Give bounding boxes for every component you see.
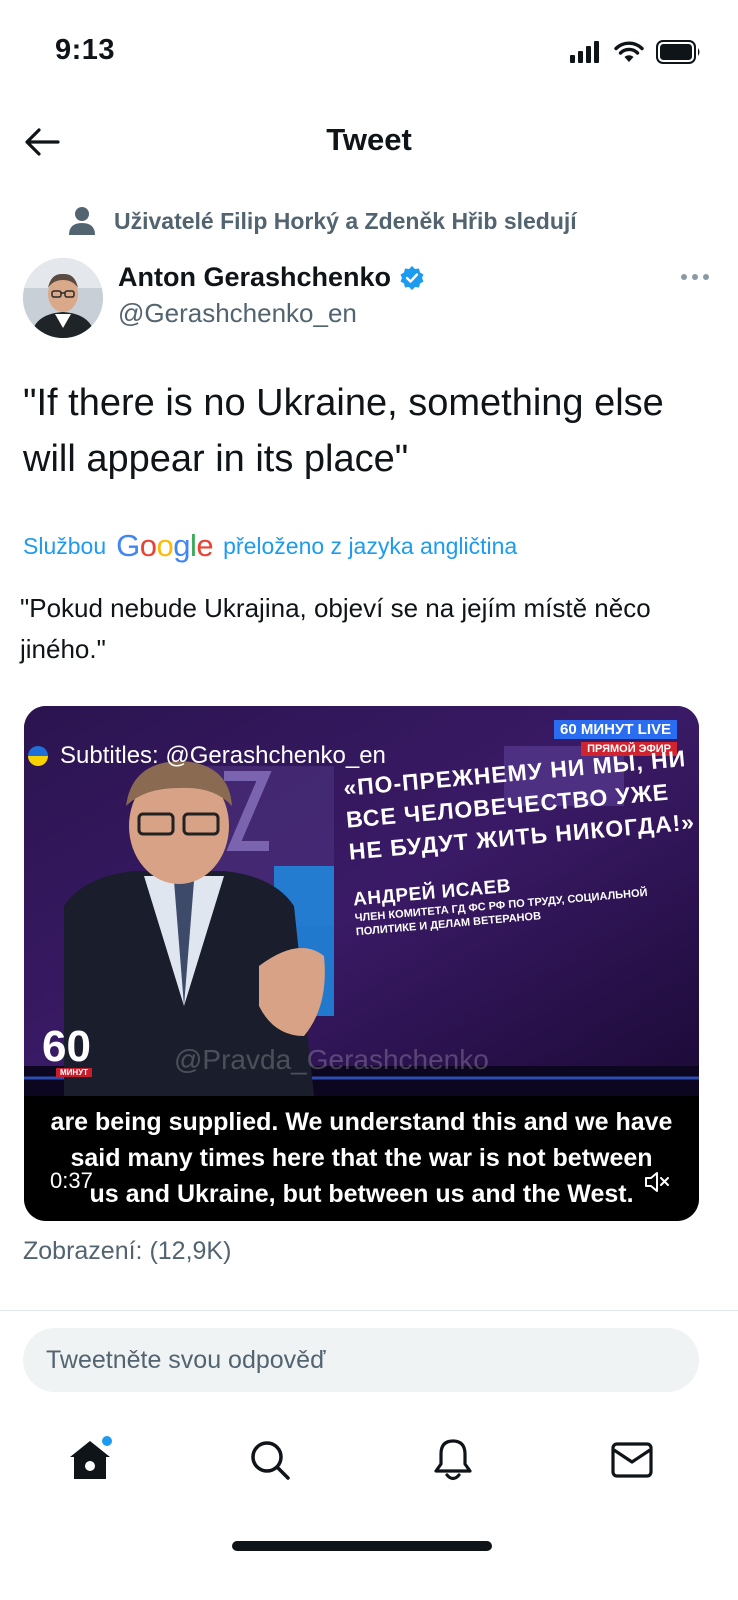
quote-overlay: «ПО-ПРЕЖНЕМУ НИ МЫ, НИ ВСЕ ЧЕЛОВЕЧЕСТВО … (342, 741, 699, 939)
subtitle-line: are being supplied. We understand this a… (50, 1108, 673, 1136)
google-logo: Google (116, 528, 214, 563)
battery-icon (656, 40, 700, 64)
status-icons (570, 40, 702, 64)
tab-notifications[interactable] (423, 1430, 483, 1490)
reply-input[interactable]: Tweetněte svou odpověď (23, 1328, 699, 1392)
mail-icon (611, 1442, 653, 1478)
video-time: 0:37 (50, 1168, 93, 1193)
avatar[interactable] (23, 258, 103, 338)
author-name-row[interactable]: Anton Gerashchenko (118, 262, 425, 293)
more-options-button[interactable] (675, 262, 715, 292)
reply-placeholder: Tweetněte svou odpověď (46, 1345, 326, 1374)
page-title: Tweet (326, 122, 412, 157)
home-indicator[interactable] (232, 1541, 492, 1551)
more-dot-icon (692, 274, 698, 280)
mute-button[interactable] (643, 1168, 671, 1196)
tab-messages[interactable] (602, 1430, 662, 1490)
channel-logo-sub: МИНУТ (56, 1068, 93, 1077)
ukraine-flag-icon (28, 746, 48, 766)
subtitle-line: us and Ukraine, but between us and the W… (89, 1180, 634, 1208)
subtitles-watermark: Subtitles: @Gerashchenko_en (26, 742, 386, 770)
person-icon (69, 207, 95, 235)
tweet-author: Anton Gerashchenko @Gerashchenko_en (23, 258, 715, 338)
wifi-icon (614, 41, 644, 62)
divider (0, 1310, 738, 1311)
video-player[interactable]: Subtitles: @Gerashchenko_en 60 МИНУТ LIV… (24, 706, 699, 1221)
live-badge-title: 60 МИНУТ LIVE (554, 720, 677, 739)
social-context[interactable]: Uživatelé Filip Horký a Zdeněk Hřib sled… (68, 206, 577, 236)
channel-logo: 60 (42, 1022, 91, 1071)
speaker-muted-icon (645, 1172, 669, 1192)
verified-badge-icon (400, 265, 424, 290)
status-bar: 9:13 (0, 0, 738, 100)
views-count[interactable]: Zobrazení: (12,9K) (23, 1237, 231, 1266)
status-time: 9:13 (55, 34, 116, 66)
social-context-label: Uživatelé Filip Horký a Zdeněk Hřib sled… (114, 207, 577, 234)
subtitles-watermark-label: Subtitles: @Gerashchenko_en (60, 742, 386, 769)
subtitle-line: said many times here that the war is not… (70, 1144, 653, 1172)
tab-home[interactable] (60, 1430, 120, 1490)
header: Tweet (0, 100, 738, 184)
cellular-signal-icon (570, 41, 599, 63)
tweet-text: "If there is no Ukraine, something else … (23, 382, 664, 480)
author-name: Anton Gerashchenko (118, 262, 392, 292)
more-dot-icon (703, 274, 709, 280)
pravda-watermark: @Pravda_Gerashchenko (174, 1044, 489, 1075)
translated-text: "Pokud nebude Ukrajina, objeví se na jej… (20, 593, 651, 664)
author-handle[interactable]: @Gerashchenko_en (118, 298, 357, 329)
translation-attribution[interactable]: Službou Google přeloženo z jazyka anglič… (23, 528, 517, 564)
tab-search[interactable] (240, 1430, 300, 1490)
more-dot-icon (681, 274, 687, 280)
bell-icon (434, 1439, 472, 1481)
translated-suffix: přeloženo z jazyka angličtina (223, 532, 518, 559)
notification-dot (102, 1436, 112, 1446)
search-icon (251, 1441, 290, 1480)
tab-bar (0, 1420, 738, 1510)
translated-prefix: Službou (23, 532, 107, 559)
